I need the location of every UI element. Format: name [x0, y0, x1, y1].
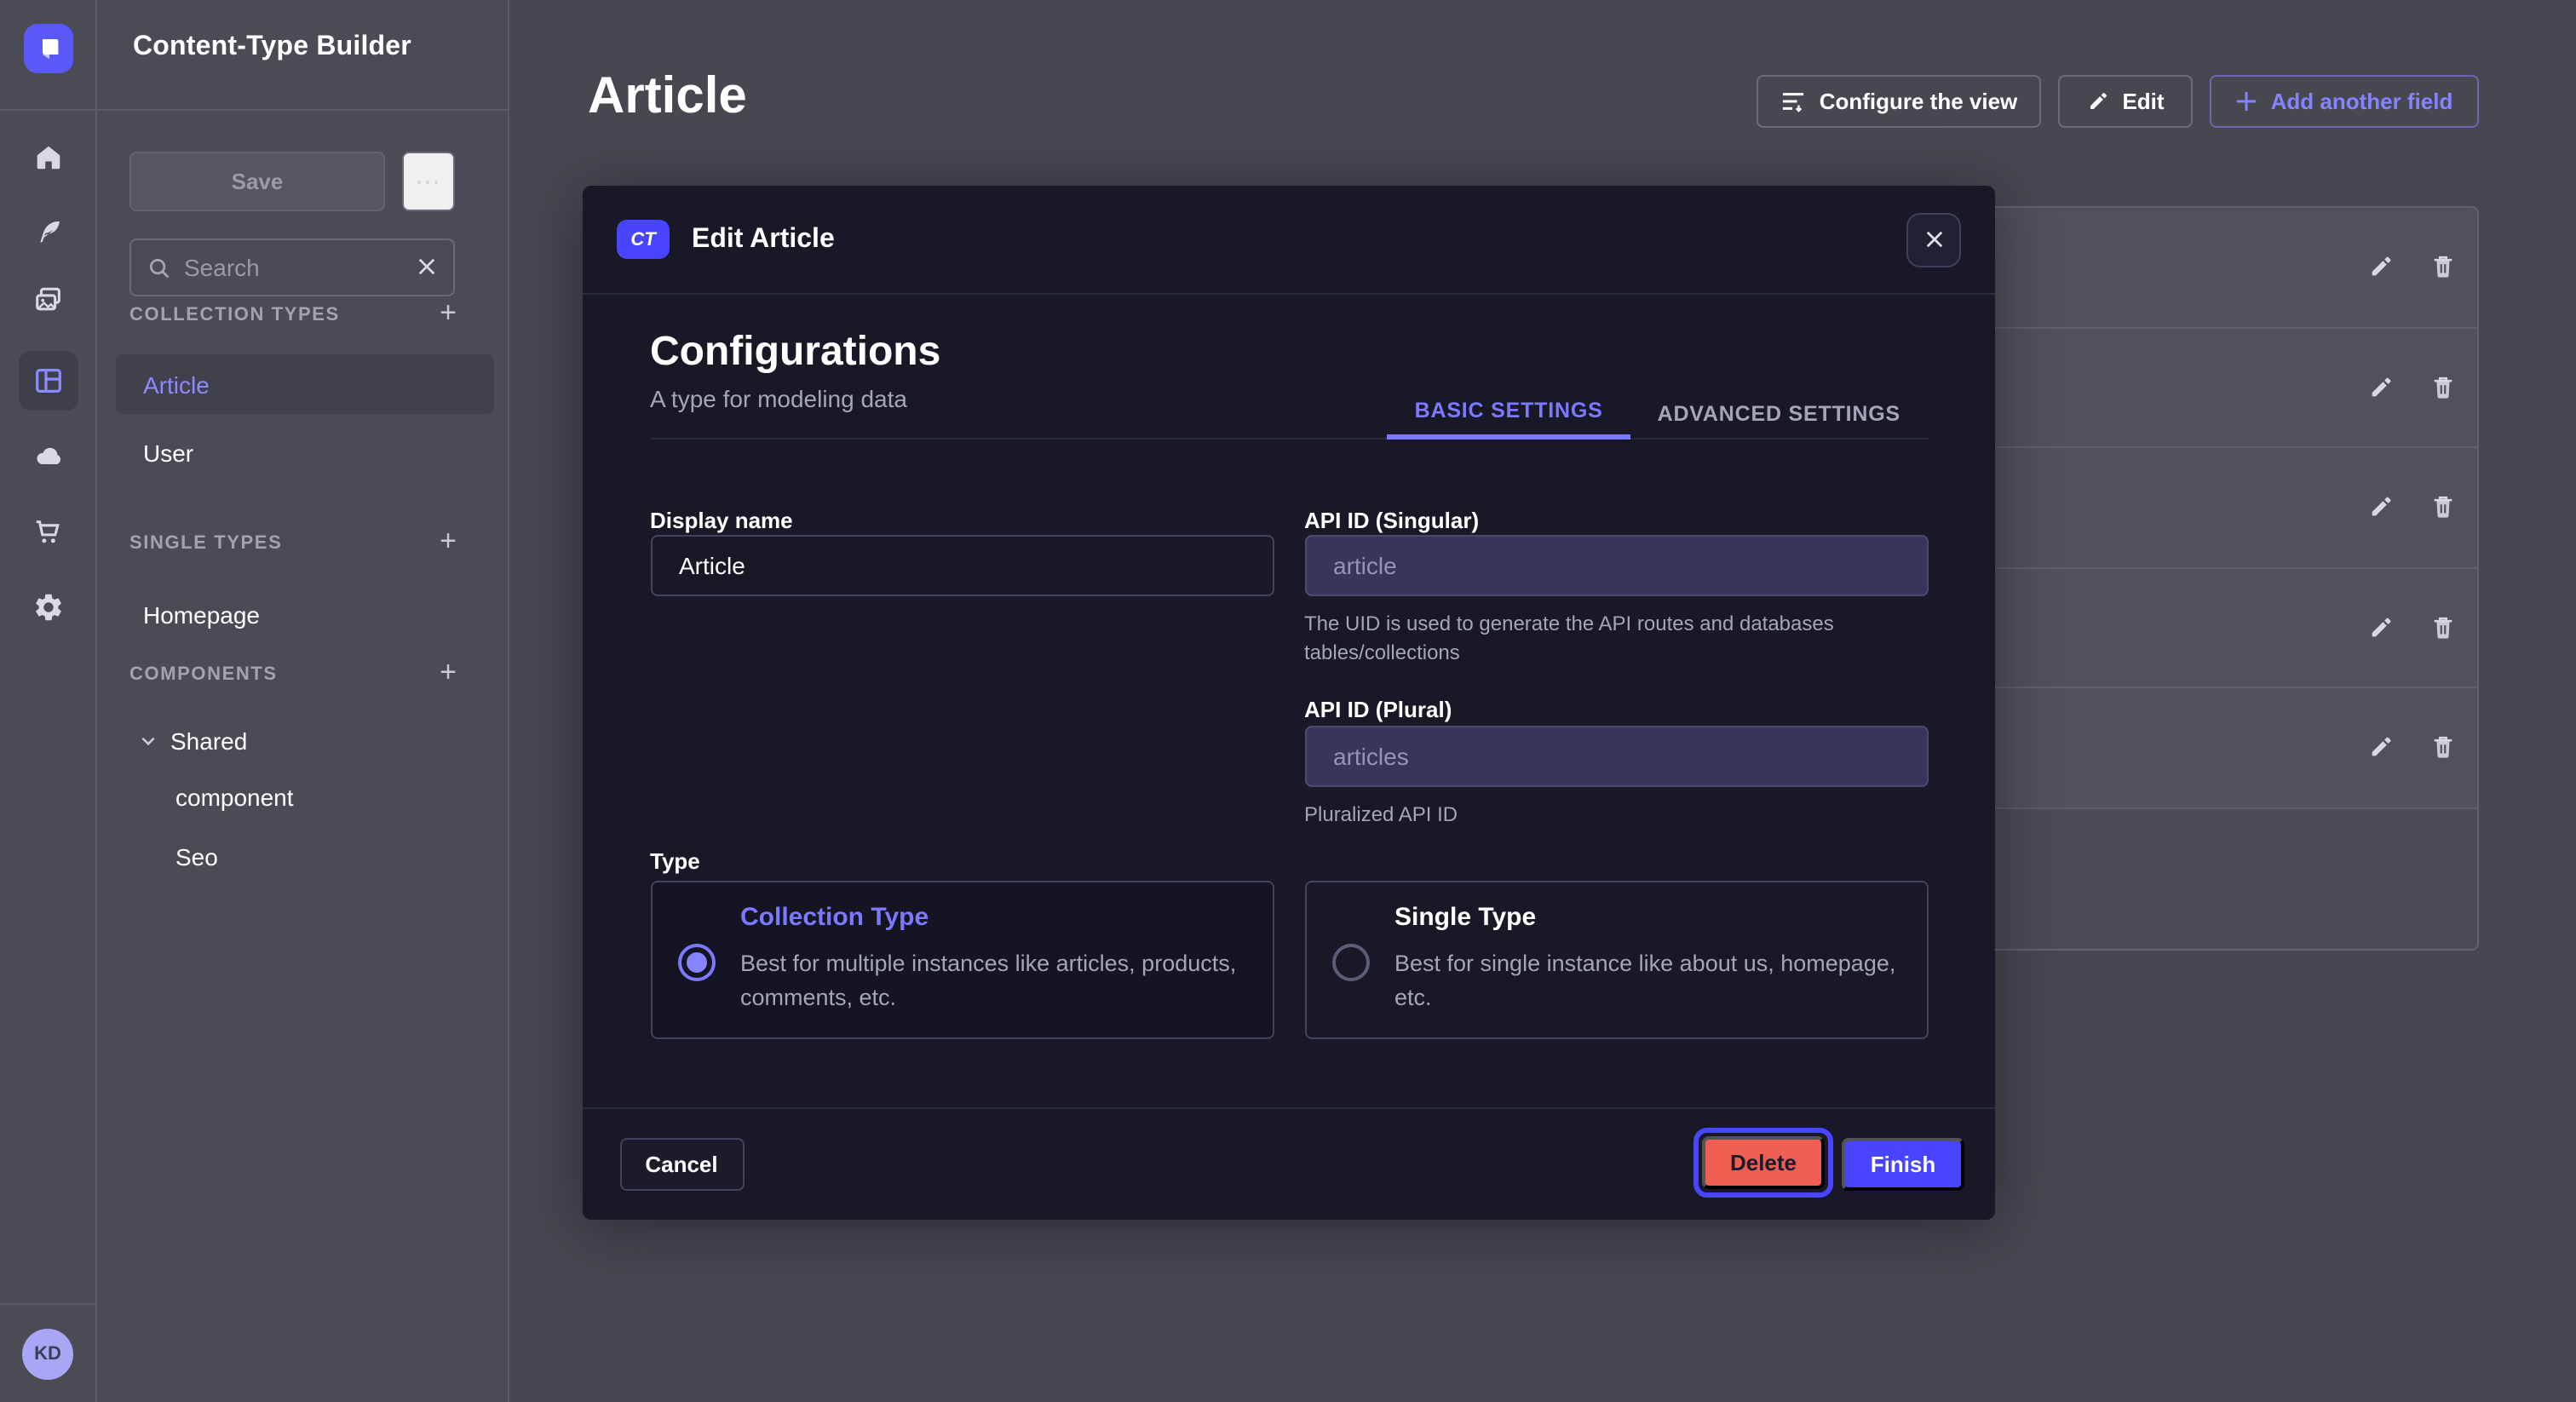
configurations-subheading: A type for modeling data	[650, 385, 907, 412]
api-id-plural-helper: Pluralized API ID	[1304, 801, 1928, 830]
api-id-plural-input[interactable]: articles	[1304, 726, 1928, 787]
close-icon	[1924, 230, 1943, 249]
edit-field-icon[interactable]	[2360, 607, 2401, 648]
home-icon[interactable]	[0, 126, 97, 187]
delete-field-icon[interactable]	[2423, 487, 2464, 528]
feather-icon[interactable]	[0, 201, 97, 262]
clear-search-icon[interactable]	[417, 254, 436, 281]
sidebar-group-shared[interactable]: Shared	[140, 727, 247, 755]
api-id-plural-label: API ID (Plural)	[1304, 697, 1452, 722]
collection-type-option[interactable]: Collection Type Best for multiple instan…	[650, 881, 1274, 1039]
cancel-button[interactable]: Cancel	[619, 1138, 744, 1191]
cart-icon[interactable]	[0, 501, 97, 562]
edit-field-icon[interactable]	[2360, 727, 2401, 768]
page-title: Article	[588, 68, 747, 126]
finish-button[interactable]: Finish	[1842, 1138, 1964, 1191]
sidebar-item-component[interactable]: component	[175, 784, 294, 811]
search-icon	[148, 256, 170, 279]
edit-field-icon[interactable]	[2360, 247, 2401, 288]
chevron-down-icon	[140, 727, 157, 755]
cloud-icon[interactable]	[0, 426, 97, 487]
add-collection-type-button[interactable]: +	[434, 302, 462, 325]
api-id-singular-label: API ID (Singular)	[1304, 508, 1479, 533]
modal-header: CT Edit Article	[583, 186, 1995, 295]
configure-icon	[1780, 90, 1806, 112]
delete-button-highlight: Delete	[1693, 1128, 1833, 1198]
strapi-logo-icon	[34, 34, 63, 63]
strapi-logo[interactable]	[24, 24, 73, 73]
add-another-field-button[interactable]: Add another field	[2209, 75, 2479, 128]
configurations-heading: Configurations	[650, 329, 940, 376]
edit-field-icon[interactable]	[2360, 487, 2401, 528]
add-component-button[interactable]: +	[434, 661, 462, 685]
delete-field-icon[interactable]	[2423, 607, 2464, 648]
plugin-sidebar: Content-Type Builder Save ⋯ Search COLLE…	[97, 0, 509, 1402]
modal-title: Edit Article	[692, 224, 835, 255]
edit-field-icon[interactable]	[2360, 367, 2401, 408]
close-button[interactable]	[1906, 212, 1961, 267]
app-root: KD Content-Type Builder Save ⋯ Search CO…	[0, 0, 2576, 1402]
rail-bottom-divider	[0, 1303, 97, 1305]
section-components: COMPONENTS	[129, 664, 278, 685]
radio-unselected-icon[interactable]	[1331, 943, 1369, 980]
gear-icon[interactable]	[0, 576, 97, 637]
sidebar-item-user[interactable]: User	[143, 440, 193, 467]
single-type-description: Best for single instance like about us, …	[1394, 947, 1897, 1015]
sidebar-header-divider	[97, 109, 509, 111]
pencil-icon	[2086, 90, 2108, 112]
save-button[interactable]: Save	[129, 152, 385, 211]
api-id-singular-input[interactable]: article	[1304, 535, 1928, 596]
media-icon[interactable]	[0, 269, 97, 330]
collection-type-title: Collection Type	[740, 903, 929, 932]
configure-view-button[interactable]: Configure the view	[1757, 75, 2041, 128]
more-options-button[interactable]: ⋯	[402, 152, 455, 211]
tab-advanced-settings[interactable]: ADVANCED SETTINGS	[1630, 387, 1928, 440]
content-type-badge: CT	[617, 220, 670, 259]
footer-divider	[583, 1107, 1995, 1109]
delete-field-icon[interactable]	[2423, 367, 2464, 408]
add-single-type-button[interactable]: +	[434, 530, 462, 554]
display-name-input[interactable]: Article	[650, 535, 1274, 596]
delete-field-icon[interactable]	[2423, 727, 2464, 768]
sidebar-item-homepage[interactable]: Homepage	[143, 601, 260, 629]
collection-type-description: Best for multiple instances like article…	[740, 947, 1243, 1015]
plus-icon	[2235, 90, 2257, 112]
search-placeholder: Search	[184, 254, 260, 281]
tab-basic-settings[interactable]: BASIC SETTINGS	[1388, 387, 1630, 440]
type-label: Type	[650, 848, 700, 874]
rail-divider	[0, 109, 97, 111]
api-id-singular-helper: The UID is used to generate the API rout…	[1304, 610, 1928, 668]
user-avatar[interactable]: KD	[22, 1329, 73, 1380]
section-collection-types: COLLECTION TYPES	[129, 305, 340, 325]
single-type-title: Single Type	[1394, 903, 1536, 932]
sidebar-item-seo[interactable]: Seo	[175, 843, 218, 871]
content-type-builder-icon[interactable]	[19, 351, 78, 411]
settings-tabs: BASIC SETTINGS ADVANCED SETTINGS	[1388, 387, 1928, 440]
sidebar-title: Content-Type Builder	[133, 32, 411, 63]
search-input[interactable]: Search	[129, 238, 455, 296]
single-type-option[interactable]: Single Type Best for single instance lik…	[1304, 881, 1928, 1039]
sidebar-item-article[interactable]: Article	[116, 354, 494, 414]
display-name-label: Display name	[650, 508, 793, 533]
nav-rail: KD	[0, 0, 97, 1402]
delete-field-icon[interactable]	[2423, 247, 2464, 288]
edit-button[interactable]: Edit	[2058, 75, 2193, 128]
radio-selected-icon[interactable]	[677, 943, 715, 980]
edit-article-modal: CT Edit Article Configurations A type fo…	[583, 186, 1995, 1220]
section-single-types: SINGLE TYPES	[129, 533, 282, 554]
delete-button[interactable]: Delete	[1702, 1136, 1825, 1189]
